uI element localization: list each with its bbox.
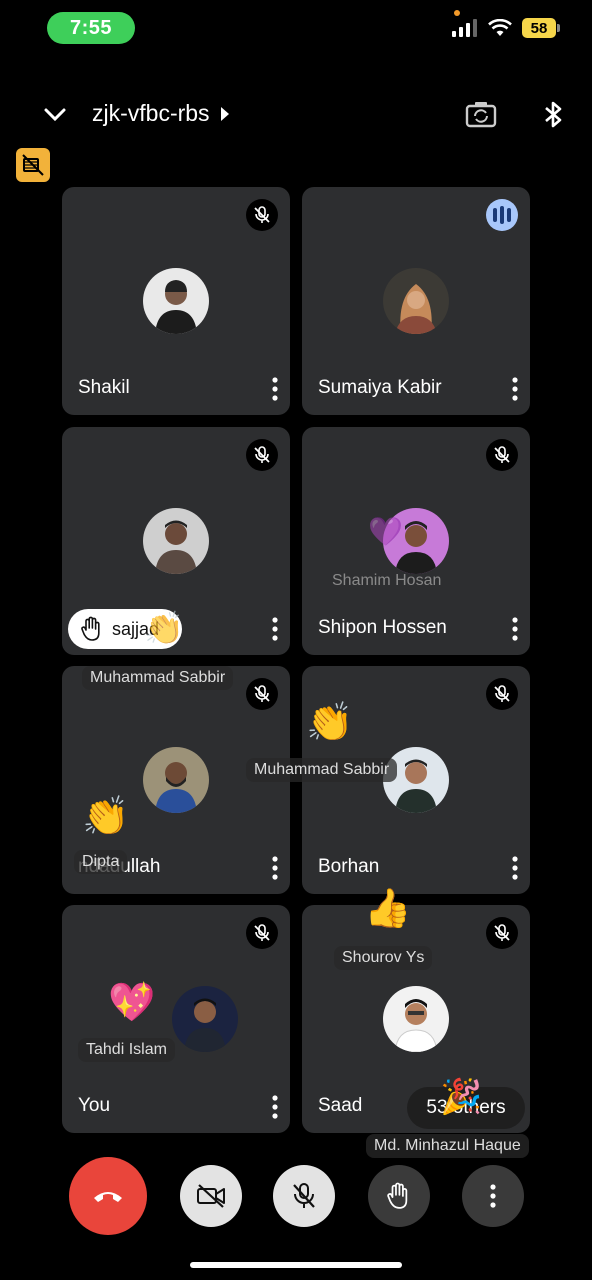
end-call-icon — [94, 1192, 122, 1202]
clap-reaction-icon: 👏 — [306, 702, 354, 744]
hand-icon — [81, 616, 100, 641]
reaction-sender: Shamim Hosan — [332, 572, 442, 589]
party-popper-reaction-icon: 🎉 — [440, 1078, 483, 1116]
mic-off-icon — [486, 678, 518, 710]
reaction-sender: Muhammad Sabbir — [82, 666, 234, 690]
mic-off-icon — [246, 917, 278, 949]
status-icons: 58 — [452, 18, 560, 38]
switch-camera-icon[interactable] — [464, 98, 498, 132]
more-options-button[interactable] — [462, 1165, 524, 1227]
more-vert-icon[interactable] — [512, 377, 518, 401]
avatar — [143, 268, 209, 334]
bluetooth-icon[interactable] — [536, 98, 570, 132]
more-vert-icon[interactable] — [272, 377, 278, 401]
participant-tile[interactable]: Shipon Hossen — [302, 427, 530, 655]
reaction-sender: Md. Minhazul Haque — [366, 1134, 529, 1158]
reaction-sender: Muhammad Sabbir — [246, 758, 398, 782]
mic-off-icon — [246, 439, 278, 471]
home-indicator[interactable] — [190, 1262, 402, 1268]
participant-name: Sumaiya Kabir — [318, 377, 442, 398]
signal-icon — [452, 19, 477, 37]
more-vert-icon[interactable] — [512, 617, 518, 641]
raise-hand-button[interactable] — [368, 1165, 430, 1227]
participant-tile[interactable]: Sumaiya Kabir — [302, 187, 530, 415]
avatar — [143, 508, 209, 574]
mic-off-icon — [246, 199, 278, 231]
mic-in-use-indicator — [454, 10, 460, 16]
no-video-icon — [22, 154, 44, 176]
mic-off-icon — [293, 1183, 315, 1208]
clap-reaction-icon: 👏 — [144, 610, 184, 646]
mic-toggle-button[interactable] — [273, 1165, 335, 1227]
video-off-badge[interactable] — [16, 148, 50, 182]
mic-off-icon — [486, 439, 518, 471]
more-vert-icon[interactable] — [272, 1095, 278, 1119]
participant-tile[interactable]: Shakil — [62, 187, 290, 415]
video-off-icon — [197, 1184, 225, 1208]
reaction-sender: Shourov Ys — [334, 946, 433, 970]
speaking-indicator — [486, 199, 518, 231]
end-call-button[interactable] — [69, 1157, 147, 1235]
avatar — [383, 986, 449, 1052]
avatar — [172, 986, 238, 1052]
participant-name: Shipon Hossen — [318, 617, 447, 638]
meeting-title[interactable]: zjk-vfbc-rbs — [92, 100, 230, 127]
raise-hand-icon — [387, 1182, 408, 1209]
avatar — [383, 268, 449, 334]
mic-off-icon — [246, 678, 278, 710]
chevron-down-icon[interactable] — [40, 100, 70, 130]
thumbs-up-reaction-icon: 👍 — [364, 888, 412, 930]
more-vert-icon[interactable] — [272, 617, 278, 641]
more-vert-icon[interactable] — [512, 856, 518, 880]
more-vert-icon — [490, 1184, 496, 1208]
status-time: 7:55 — [47, 12, 135, 44]
battery-icon: 58 — [522, 18, 560, 38]
avatar — [143, 747, 209, 813]
more-vert-icon[interactable] — [272, 856, 278, 880]
participant-name: Shakil — [78, 377, 130, 398]
participant-name: Borhan — [318, 856, 380, 877]
heart-reaction-icon: 💜 — [368, 516, 403, 547]
sparkling-heart-reaction-icon: 💖 — [108, 982, 156, 1024]
participant-name: You — [78, 1095, 111, 1116]
reaction-sender: Tahdi Islam — [78, 1038, 175, 1062]
wifi-icon — [488, 19, 512, 36]
meeting-code: zjk-vfbc-rbs — [92, 100, 210, 126]
caret-right-icon — [220, 106, 229, 121]
reaction-sender: Dipta — [74, 850, 128, 874]
participant-name: Saad — [318, 1095, 363, 1116]
camera-toggle-button[interactable] — [180, 1165, 242, 1227]
clap-reaction-icon: 👏 — [82, 796, 130, 838]
mic-off-icon — [486, 917, 518, 949]
participant-tile[interactable]: You — [62, 905, 290, 1133]
